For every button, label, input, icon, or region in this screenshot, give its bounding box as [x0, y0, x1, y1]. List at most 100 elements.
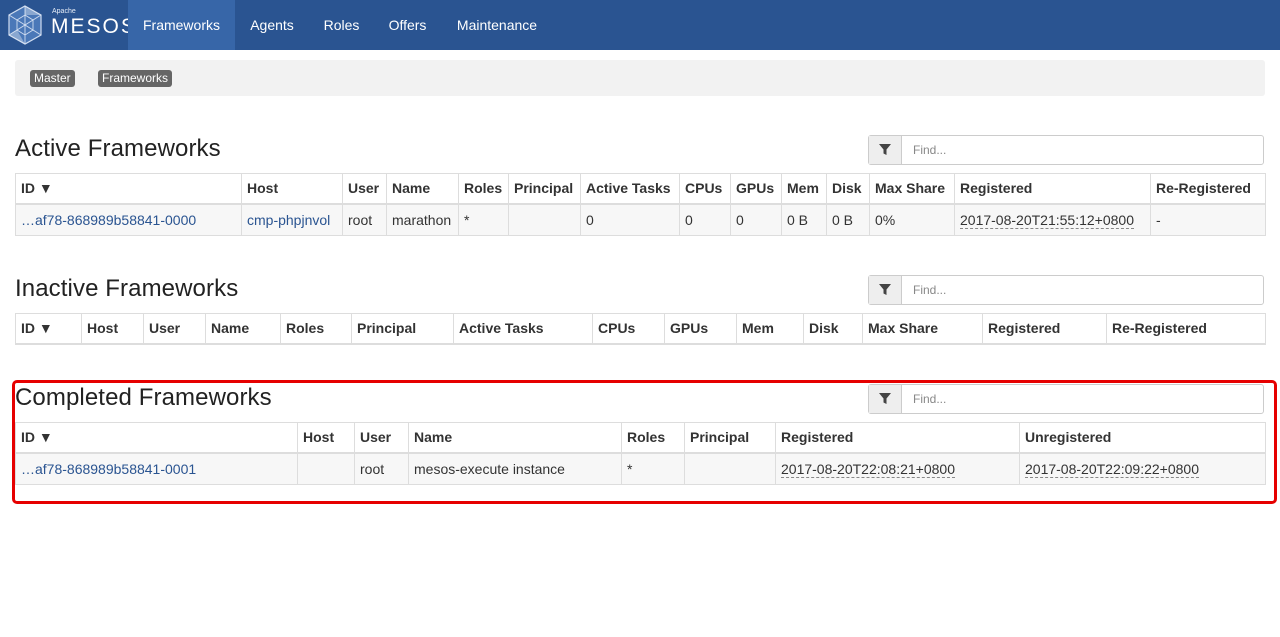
cell-id: …af78-868989b58841-0001 — [15, 452, 298, 485]
cell-roles: * — [458, 203, 509, 236]
col-mem-header[interactable]: Mem — [781, 173, 827, 205]
col-unregistered-header[interactable]: Unregistered — [1019, 422, 1266, 454]
framework-id-link[interactable]: …af78-868989b58841-0001 — [21, 461, 196, 477]
col-principal-header[interactable]: Principal — [508, 173, 581, 205]
cell-user: root — [354, 452, 409, 485]
registered-timestamp[interactable]: 2017-08-20T22:08:21+0800 — [781, 460, 955, 478]
table-row: …af78-868989b58841-0000 cmp-phpjnvol roo… — [15, 203, 1266, 236]
col-registered-header[interactable]: Registered — [982, 313, 1107, 345]
col-roles-header[interactable]: Roles — [458, 173, 509, 205]
col-id-header[interactable]: ID ▼ — [15, 422, 298, 454]
col-registered-header[interactable]: Registered — [775, 422, 1020, 454]
col-host-header[interactable]: Host — [81, 313, 144, 345]
inactive-filter — [868, 275, 1264, 305]
framework-id-link[interactable]: …af78-868989b58841-0000 — [21, 212, 196, 228]
active-filter-button[interactable] — [869, 136, 902, 164]
nav-offers[interactable]: Offers — [374, 0, 441, 50]
top-navbar: Apache MESOS Frameworks Agents Roles Off… — [0, 0, 1280, 50]
cell-active-tasks: 0 — [580, 203, 680, 236]
col-roles-header[interactable]: Roles — [621, 422, 685, 454]
cell-gpus: 0 — [730, 203, 782, 236]
nav-roles[interactable]: Roles — [309, 0, 374, 50]
cell-principal — [684, 452, 776, 485]
table-header-row: ID ▼ Host User Name Roles Principal Acti… — [15, 173, 1266, 205]
cell-id: …af78-868989b58841-0000 — [15, 203, 242, 236]
col-gpus-header[interactable]: GPUs — [730, 173, 782, 205]
col-host-header[interactable]: Host — [297, 422, 355, 454]
active-filter — [868, 135, 1264, 165]
active-filter-input[interactable] — [903, 136, 1263, 164]
completed-filter-input[interactable] — [903, 385, 1263, 413]
brand[interactable]: Apache MESOS — [0, 0, 135, 50]
inactive-filter-button[interactable] — [869, 276, 902, 304]
filter-icon — [879, 284, 891, 295]
col-name-header[interactable]: Name — [205, 313, 281, 345]
nav-agents[interactable]: Agents — [235, 0, 309, 50]
col-disk-header[interactable]: Disk — [826, 173, 870, 205]
cell-host: cmp-phpjnvol — [241, 203, 343, 236]
cell-host — [297, 452, 355, 485]
col-name-header[interactable]: Name — [408, 422, 622, 454]
framework-host-link[interactable]: cmp-phpjnvol — [247, 212, 330, 228]
cell-registered: 2017-08-20T22:08:21+0800 — [775, 452, 1020, 485]
col-mem-header[interactable]: Mem — [736, 313, 804, 345]
cell-unregistered: 2017-08-20T22:09:22+0800 — [1019, 452, 1266, 485]
breadcrumb-frameworks[interactable]: Frameworks — [98, 70, 173, 87]
table-row: …af78-868989b58841-0001 root mesos-execu… — [15, 452, 1266, 485]
col-roles-header[interactable]: Roles — [280, 313, 352, 345]
registered-timestamp[interactable]: 2017-08-20T21:55:12+0800 — [960, 211, 1134, 229]
breadcrumb-master[interactable]: Master — [30, 70, 75, 87]
filter-icon — [879, 393, 891, 404]
col-max-share-header[interactable]: Max Share — [869, 173, 955, 205]
col-id-header[interactable]: ID ▼ — [15, 313, 82, 345]
cell-max-share: 0% — [869, 203, 955, 236]
completed-frameworks-table: ID ▼ Host User Name Roles Principal Regi… — [15, 422, 1266, 485]
inactive-filter-input[interactable] — [903, 276, 1263, 304]
brand-name: MESOS — [51, 15, 137, 38]
col-host-header[interactable]: Host — [241, 173, 343, 205]
col-user-header[interactable]: User — [354, 422, 409, 454]
col-principal-header[interactable]: Principal — [351, 313, 454, 345]
cell-user: root — [342, 203, 387, 236]
col-user-header[interactable]: User — [143, 313, 206, 345]
cell-name: marathon — [386, 203, 459, 236]
cell-registered: 2017-08-20T21:55:12+0800 — [954, 203, 1151, 236]
brand-small-text: Apache — [52, 8, 76, 15]
col-active-tasks-header[interactable]: Active Tasks — [453, 313, 593, 345]
cell-roles: * — [621, 452, 685, 485]
breadcrumb: Master / Frameworks — [15, 60, 1265, 96]
active-frameworks-title: Active Frameworks — [15, 135, 221, 162]
col-id-header[interactable]: ID ▼ — [15, 173, 242, 205]
col-principal-header[interactable]: Principal — [684, 422, 776, 454]
active-frameworks-table: ID ▼ Host User Name Roles Principal Acti… — [15, 173, 1266, 236]
cell-disk: 0 B — [826, 203, 870, 236]
col-gpus-header[interactable]: GPUs — [664, 313, 737, 345]
col-cpus-header[interactable]: CPUs — [679, 173, 731, 205]
inactive-frameworks-title: Inactive Frameworks — [15, 275, 239, 302]
col-cpus-header[interactable]: CPUs — [592, 313, 665, 345]
col-max-share-header[interactable]: Max Share — [862, 313, 983, 345]
cell-mem: 0 B — [781, 203, 827, 236]
nav-maintenance[interactable]: Maintenance — [441, 0, 553, 50]
col-name-header[interactable]: Name — [386, 173, 459, 205]
filter-icon — [879, 144, 891, 155]
col-re-registered-header[interactable]: Re-Registered — [1106, 313, 1266, 345]
cell-name: mesos-execute instance — [408, 452, 622, 485]
table-header-row: ID ▼ Host User Name Roles Principal Acti… — [15, 313, 1266, 345]
cell-cpus: 0 — [679, 203, 731, 236]
completed-filter — [868, 384, 1264, 414]
col-re-registered-header[interactable]: Re-Registered — [1150, 173, 1266, 205]
completed-frameworks-title: Completed Frameworks — [15, 384, 272, 411]
nav-frameworks[interactable]: Frameworks — [128, 0, 235, 50]
col-active-tasks-header[interactable]: Active Tasks — [580, 173, 680, 205]
col-registered-header[interactable]: Registered — [954, 173, 1151, 205]
completed-filter-button[interactable] — [869, 385, 902, 413]
table-header-row: ID ▼ Host User Name Roles Principal Regi… — [15, 422, 1266, 454]
inactive-frameworks-table: ID ▼ Host User Name Roles Principal Acti… — [15, 313, 1266, 345]
cell-re-registered: - — [1150, 203, 1266, 236]
cell-principal — [508, 203, 581, 236]
col-user-header[interactable]: User — [342, 173, 387, 205]
col-disk-header[interactable]: Disk — [803, 313, 863, 345]
unregistered-timestamp[interactable]: 2017-08-20T22:09:22+0800 — [1025, 460, 1199, 478]
mesos-logo-icon — [8, 5, 42, 45]
